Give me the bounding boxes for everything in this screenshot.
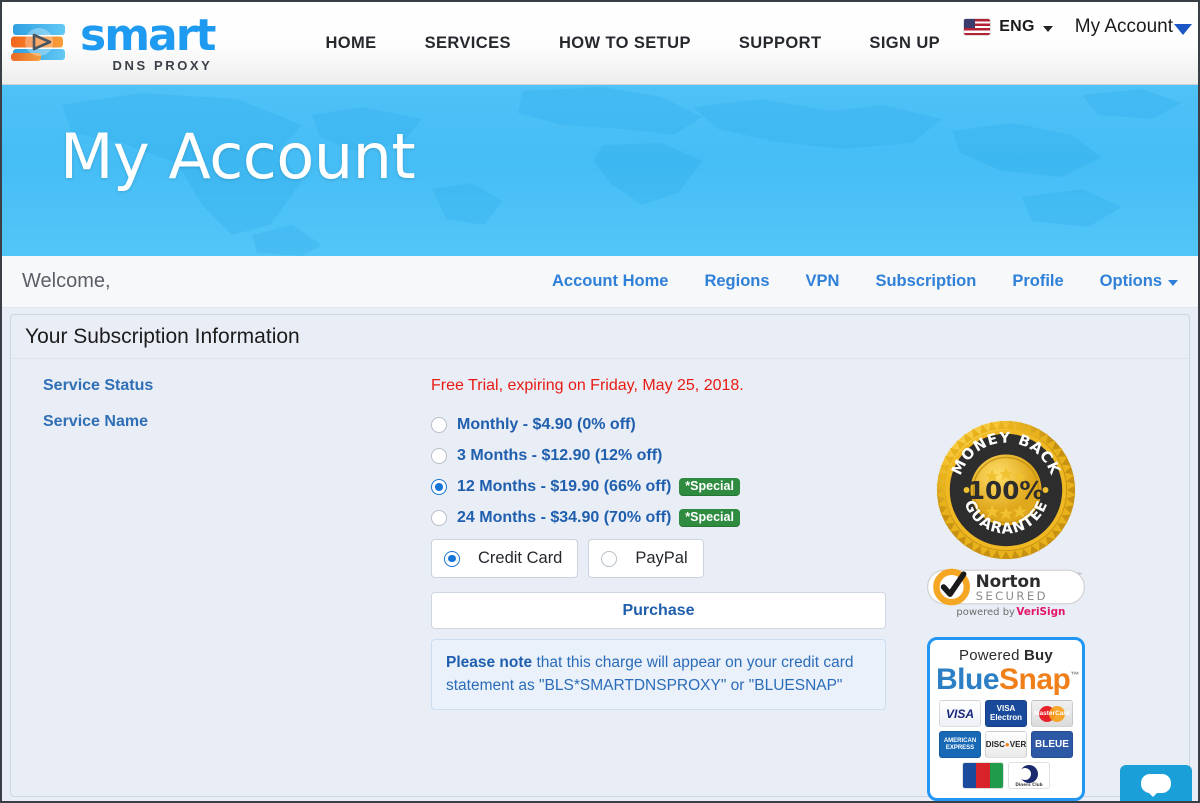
svg-text:100%: 100% bbox=[968, 476, 1044, 505]
payment-method-label-credit-card: Credit Card bbox=[478, 549, 563, 567]
bluesnap-powered-label: Powered Buy bbox=[959, 646, 1053, 664]
plan-label-12-months: 12 Months - $19.90 (66% off) bbox=[457, 478, 672, 495]
service-status-row: Service Status Free Trial, expiring on F… bbox=[11, 377, 1189, 395]
brand-wordmark: smart DNS PROXY bbox=[80, 10, 216, 73]
options-label: Options bbox=[1099, 272, 1162, 290]
svg-text:VeriSign: VeriSign bbox=[1016, 606, 1065, 617]
us-flag-icon bbox=[964, 19, 991, 35]
welcome-text: Welcome, bbox=[22, 270, 111, 292]
caret-down-icon[interactable] bbox=[1174, 23, 1192, 35]
sidebar-item-profile[interactable]: Profile bbox=[994, 272, 1081, 291]
play-button-logo-icon bbox=[8, 12, 70, 74]
plan-option-monthly[interactable]: Monthly - $4.90 (0% off) bbox=[431, 415, 886, 435]
payment-method-label-paypal: PayPal bbox=[635, 549, 688, 567]
caret-down-icon bbox=[1168, 280, 1178, 286]
language-label[interactable]: ENG bbox=[999, 18, 1035, 36]
chat-bubble-icon bbox=[1141, 773, 1171, 797]
plan-option-24-months[interactable]: 24 Months - $34.90 (70% off) *Special bbox=[431, 508, 886, 528]
plan-label-24-months: 24 Months - $34.90 (70% off) bbox=[457, 509, 672, 526]
svg-text:Diners Club: Diners Club bbox=[1015, 782, 1042, 787]
plan-label-monthly: Monthly - $4.90 (0% off) bbox=[457, 416, 636, 433]
plan-option-3-months[interactable]: 3 Months - $12.90 (12% off) bbox=[431, 446, 886, 466]
brand-logo[interactable]: smart DNS PROXY bbox=[8, 10, 216, 74]
card-diners-club-icon: Diners Club bbox=[1008, 762, 1050, 790]
account-subnav-bar: Welcome, Account Home Regions VPN Subscr… bbox=[2, 256, 1198, 308]
payment-method-credit-card[interactable]: Credit Card bbox=[431, 539, 579, 578]
radio-monthly[interactable] bbox=[431, 417, 447, 433]
card-amex-icon: AMERICAN EXPRESS bbox=[939, 731, 981, 759]
service-name-label: Service Name bbox=[43, 413, 148, 430]
service-status-value: Free Trial, expiring on Friday, May 25, … bbox=[431, 377, 744, 394]
nav-item-services[interactable]: SERVICES bbox=[401, 34, 535, 53]
nav-item-support[interactable]: SUPPORT bbox=[715, 34, 846, 53]
plan-label-3-months: 3 Months - $12.90 (12% off) bbox=[457, 447, 663, 464]
purchase-button[interactable]: Purchase bbox=[431, 592, 886, 629]
special-badge-12-months: *Special bbox=[679, 478, 740, 496]
subscription-panel: Your Subscription Information Service St… bbox=[10, 314, 1190, 801]
browser-viewport: smart DNS PROXY HOME SERVICES HOW TO SET… bbox=[0, 0, 1200, 803]
trust-badges: MONEY BACK GUARANTEE 100% Norton SECURED… bbox=[916, 415, 1096, 801]
radio-credit-card[interactable] bbox=[444, 550, 460, 567]
sidebar-item-subscription[interactable]: Subscription bbox=[857, 272, 994, 291]
panel-title: Your Subscription Information bbox=[25, 324, 300, 348]
card-discover-icon: DISC ● VER bbox=[985, 731, 1027, 759]
svg-text:powered by: powered by bbox=[956, 607, 1015, 617]
nav-item-sign-up[interactable]: SIGN UP bbox=[845, 34, 964, 53]
svg-text:™: ™ bbox=[1076, 571, 1082, 579]
panel-header: Your Subscription Information bbox=[11, 315, 1189, 359]
sidebar-item-vpn[interactable]: VPN bbox=[788, 272, 858, 291]
charge-note-bold: Please note bbox=[446, 654, 533, 671]
radio-3-months[interactable] bbox=[431, 448, 447, 464]
money-back-guarantee-icon: MONEY BACK GUARANTEE 100% bbox=[936, 420, 1076, 560]
card-visa-icon: VISA bbox=[939, 700, 981, 728]
card-jcb-icon bbox=[962, 762, 1004, 790]
card-bleue-icon: BLEUE bbox=[1031, 731, 1073, 759]
main-navigation: HOME SERVICES HOW TO SETUP SUPPORT SIGN … bbox=[301, 34, 964, 53]
payment-method-group: Credit Card PayPal bbox=[431, 539, 886, 578]
payment-method-paypal[interactable]: PayPal bbox=[588, 539, 704, 578]
card-mastercard-icon: MasterCard bbox=[1031, 700, 1073, 728]
svg-text:SECURED: SECURED bbox=[976, 589, 1048, 603]
nav-item-home[interactable]: HOME bbox=[301, 34, 400, 53]
page-title: My Account bbox=[60, 120, 416, 193]
service-status-label: Service Status bbox=[43, 377, 154, 394]
sidebar-item-regions[interactable]: Regions bbox=[686, 272, 787, 291]
radio-12-months[interactable] bbox=[431, 479, 447, 495]
bluesnap-name: BlueSnap™ bbox=[936, 662, 1079, 696]
norton-secured-icon: Norton SECURED ™ powered by VeriSign bbox=[927, 568, 1085, 617]
plan-option-12-months[interactable]: 12 Months - $19.90 (66% off) *Special bbox=[431, 477, 886, 497]
site-header: smart DNS PROXY HOME SERVICES HOW TO SET… bbox=[2, 2, 1198, 85]
hero-banner: My Account bbox=[2, 85, 1198, 256]
chevron-down-icon[interactable] bbox=[1042, 25, 1053, 32]
header-utilities: ENG My Account bbox=[964, 16, 1192, 38]
chat-widget-button[interactable] bbox=[1120, 765, 1192, 801]
nav-item-how-to-setup[interactable]: HOW TO SETUP bbox=[535, 34, 715, 53]
radio-paypal[interactable] bbox=[601, 550, 618, 567]
bluesnap-payments-icon: Powered Buy BlueSnap™ VISA VISA Electron … bbox=[927, 636, 1085, 801]
plan-selection-group: Monthly - $4.90 (0% off) 3 Months - $12.… bbox=[431, 413, 886, 710]
accepted-cards: VISA VISA Electron MasterCard AMERICAN EXP… bbox=[936, 700, 1076, 790]
account-navigation: Account Home Regions VPN Subscription Pr… bbox=[534, 272, 1192, 291]
card-visa-electron-icon: VISA Electron bbox=[985, 700, 1027, 728]
sidebar-item-options[interactable]: Options bbox=[1082, 272, 1192, 291]
radio-24-months[interactable] bbox=[431, 510, 447, 526]
charge-note: Please note that this charge will appear… bbox=[431, 639, 886, 710]
my-account-label[interactable]: My Account bbox=[1075, 16, 1173, 38]
special-badge-24-months: *Special bbox=[679, 509, 740, 527]
brand-name: smart bbox=[80, 10, 216, 61]
plan-options: Monthly - $4.90 (0% off) 3 Months - $12.… bbox=[431, 415, 886, 528]
sidebar-item-account-home[interactable]: Account Home bbox=[534, 272, 686, 291]
